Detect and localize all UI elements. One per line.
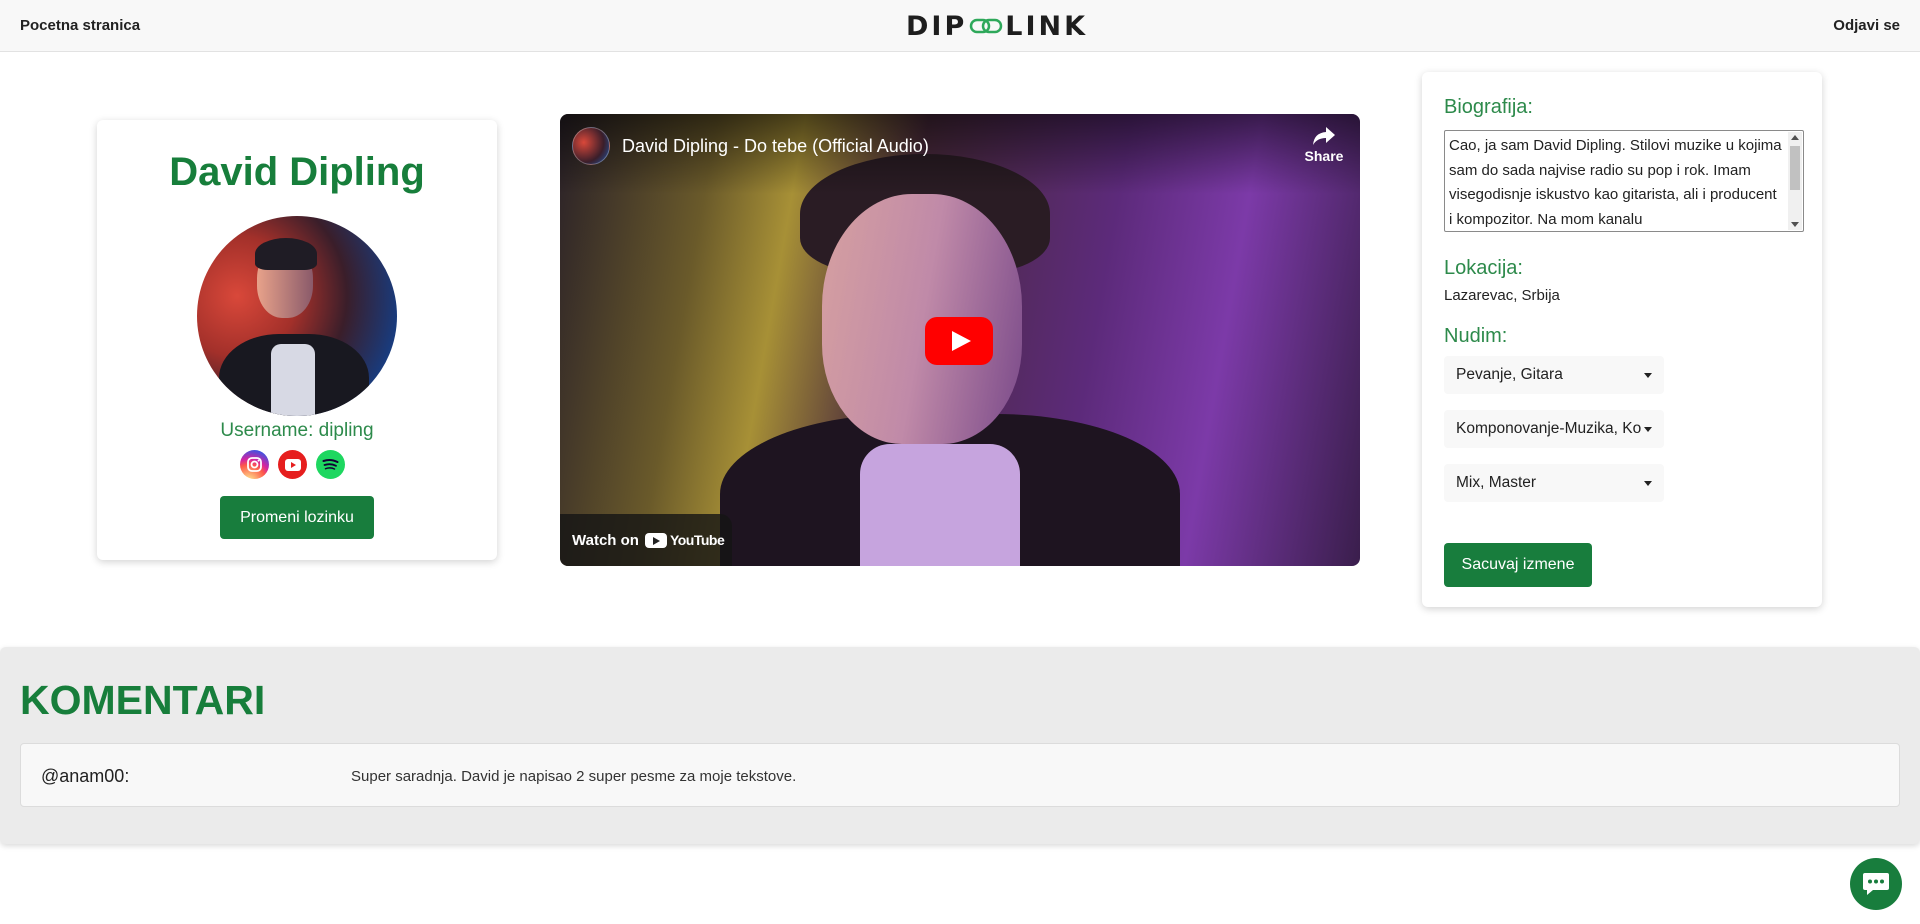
logo-text-right: LINK <box>1005 10 1089 42</box>
caret-down-icon <box>1644 373 1652 378</box>
offer-dropdown-1[interactable]: Pevanje, Gitara <box>1444 356 1664 394</box>
youtube-logo-icon: YouTube <box>644 532 725 548</box>
offer-label: Nudim: <box>1444 325 1508 347</box>
bio-textarea[interactable]: Cao, ja sam David Dipling. Stilovi muzik… <box>1444 130 1804 232</box>
channel-avatar[interactable] <box>572 127 610 165</box>
comment-user: @anam00: <box>41 766 130 786</box>
caret-down-icon <box>1644 427 1652 432</box>
location-value: Lazarevac, Srbija <box>1444 287 1560 304</box>
share-label: Share <box>1304 148 1344 164</box>
bio-scrollbar[interactable] <box>1788 132 1802 230</box>
social-links <box>240 450 345 479</box>
offer-dropdown-3[interactable]: Mix, Master <box>1444 464 1664 502</box>
location-label: Lokacija: <box>1444 257 1523 279</box>
youtube-icon[interactable] <box>278 450 307 479</box>
scroll-down-icon <box>1791 222 1799 227</box>
navbar: Pocetna stranica DIP LINK Odjavi se <box>0 0 1920 52</box>
avatar <box>197 216 397 416</box>
logout-link[interactable]: Odjavi se <box>1833 17 1900 34</box>
offer-dropdown-2[interactable]: Komponovanje-Muzika, Ko <box>1444 410 1664 448</box>
bio-label: Biografija: <box>1444 96 1533 118</box>
chat-button[interactable] <box>1850 858 1902 910</box>
chain-link-icon <box>970 18 1003 34</box>
instagram-icon[interactable] <box>240 450 269 479</box>
share-button[interactable]: Share <box>1300 126 1348 164</box>
scroll-up-icon <box>1791 135 1799 140</box>
spotify-icon[interactable] <box>316 450 345 479</box>
site-logo[interactable]: DIP LINK <box>906 10 1088 42</box>
share-icon <box>1313 127 1335 145</box>
username: Username: dipling <box>220 420 374 441</box>
chat-bubble-icon <box>1863 873 1889 895</box>
comments-section: KOMENTARI @anam00: Super saradnja. David… <box>0 647 1920 844</box>
profile-name: David Dipling <box>169 150 425 194</box>
play-button[interactable] <box>925 317 993 365</box>
profile-card: David Dipling Username: dipling Promeni … <box>97 120 497 560</box>
home-link[interactable]: Pocetna stranica <box>20 17 140 34</box>
caret-down-icon <box>1644 481 1652 486</box>
info-card: Biografija: Cao, ja sam David Dipling. S… <box>1422 72 1822 607</box>
watch-on-label: Watch on <box>572 531 639 549</box>
video-title[interactable]: David Dipling - Do tebe (Official Audio) <box>622 136 929 157</box>
comment-text: Super saradnja. David je napisao 2 super… <box>351 768 797 785</box>
logo-text-left: DIP <box>906 10 968 42</box>
save-changes-button[interactable]: Sacuvaj izmene <box>1444 543 1592 587</box>
bio-text: Cao, ja sam David Dipling. Stilovi muzik… <box>1449 137 1782 228</box>
watch-on-youtube[interactable]: Watch on YouTube <box>560 514 732 566</box>
comment-item: @anam00: Super saradnja. David je napisa… <box>20 743 1900 807</box>
video-embed[interactable]: David Dipling - Do tebe (Official Audio)… <box>560 114 1360 566</box>
change-password-button[interactable]: Promeni lozinku <box>220 496 374 539</box>
comments-title: KOMENTARI <box>20 677 266 723</box>
